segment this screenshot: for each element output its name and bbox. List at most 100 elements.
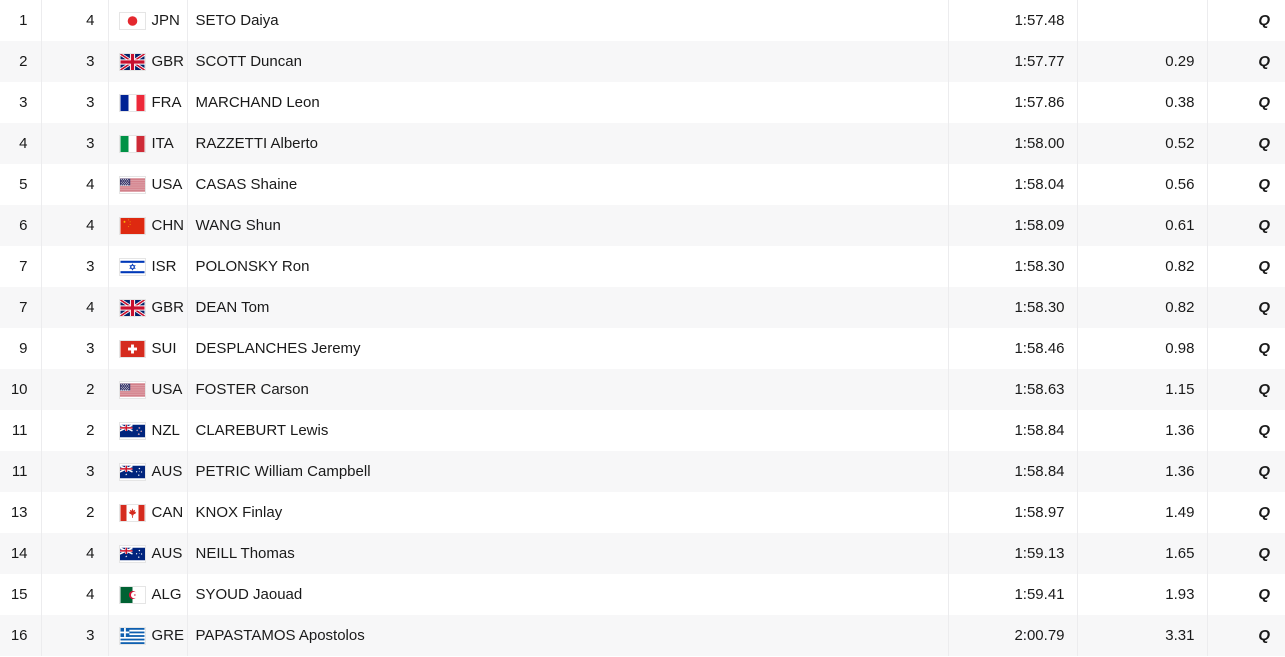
country-cell: USA [108,164,188,205]
country-code: GBR [151,299,185,316]
rank-cell: 2 [0,41,42,82]
table-row[interactable]: 7 4 GBR DEAN Tom 1:58.30 0.82 Q [0,287,1285,328]
table-row[interactable]: 10 2 USA FOSTER Carson 1:58.63 1.15 Q [0,369,1285,410]
status-badge: Q [1207,41,1285,82]
status-badge: Q [1207,164,1285,205]
flag-sui [118,339,146,358]
qualified-marker: Q [1258,340,1270,357]
gap-cell [1077,0,1208,41]
time-cell: 1:58.46 [948,328,1078,369]
country-cell: AUS [108,533,188,574]
country-code: ALG [151,586,182,603]
status-badge: Q [1207,123,1285,164]
flag-usa [118,380,146,399]
gap-cell: 1.36 [1077,410,1208,451]
time-cell: 1:57.48 [948,0,1078,41]
flag-jpn [118,11,146,30]
qualified-marker: Q [1258,217,1270,234]
country-cell: GRE [108,615,188,656]
table-row[interactable]: 7 3 ISR POLONSKY Ron 1:58.30 0.82 Q [0,246,1285,287]
lane-cell: 2 [41,492,109,533]
table-row[interactable]: 9 3 SUI DESPLANCHES Jeremy 1:58.46 0.98 Q [0,328,1285,369]
lane-cell: 3 [41,82,109,123]
time-cell: 1:58.84 [948,451,1078,492]
gap-cell: 1.15 [1077,369,1208,410]
table-row[interactable]: 4 3 ITA RAZZETTI Alberto 1:58.00 0.52 Q [0,123,1285,164]
qualified-marker: Q [1258,422,1270,439]
results-table: 1 4 JPN SETO Daiya 1:57.48 Q 2 3 GBR SCOTT Duncan… [0,0,1285,656]
flag-chn [118,216,146,235]
qualified-marker: Q [1258,299,1270,316]
time-cell: 1:59.13 [948,533,1078,574]
rank-cell: 6 [0,205,42,246]
qualified-marker: Q [1258,258,1270,275]
country-code: USA [151,381,183,398]
country-cell: CAN [108,492,188,533]
lane-cell: 4 [41,164,109,205]
country-code: AUS [151,463,183,480]
status-badge: Q [1207,82,1285,123]
athlete-name-cell: SCOTT Duncan [187,41,949,82]
qualified-marker: Q [1258,176,1270,193]
country-cell: CHN [108,205,188,246]
qualified-marker: Q [1258,504,1270,521]
qualified-marker: Q [1258,627,1270,644]
time-cell: 1:59.41 [948,574,1078,615]
status-badge: Q [1207,615,1285,656]
gap-cell: 0.82 [1077,246,1208,287]
table-row[interactable]: 14 4 AUS NEILL Thomas 1:59.13 1.65 Q [0,533,1285,574]
table-row[interactable]: 3 3 FRA MARCHAND Leon 1:57.86 0.38 Q [0,82,1285,123]
country-code: NZL [151,422,180,439]
table-row[interactable]: 5 4 USA CASAS Shaine 1:58.04 0.56 Q [0,164,1285,205]
table-row[interactable]: 11 3 AUS PETRIC William Campbell 1:58.84 1.36… [0,451,1285,492]
lane-cell: 4 [41,574,109,615]
country-code: JPN [151,12,180,29]
athlete-name-cell: CASAS Shaine [187,164,949,205]
athlete-name-cell: DEAN Tom [187,287,949,328]
rank-cell: 15 [0,574,42,615]
table-row[interactable]: 11 2 NZL CLAREBURT Lewis 1:58.84 1.36 Q [0,410,1285,451]
country-code: CAN [151,504,184,521]
lane-cell: 3 [41,123,109,164]
qualified-marker: Q [1258,463,1270,480]
table-row[interactable]: 13 2 CAN KNOX Finlay 1:58.97 1.49 Q [0,492,1285,533]
country-code: USA [151,176,183,193]
table-row[interactable]: 2 3 GBR SCOTT Duncan 1:57.77 0.29 Q [0,41,1285,82]
flag-fra [118,93,146,112]
gap-cell: 0.38 [1077,82,1208,123]
country-code: FRA [151,94,182,111]
table-row[interactable]: 16 3 GRE PAPASTAMOS Apostolos 2:00.79 3.31 Q [0,615,1285,656]
table-row[interactable]: 15 4 ALG SYOUD Jaouad 1:59.41 1.93 Q [0,574,1285,615]
time-cell: 1:57.86 [948,82,1078,123]
flag-gbr [118,52,146,71]
gap-cell: 0.52 [1077,123,1208,164]
lane-cell: 3 [41,451,109,492]
rank-cell: 16 [0,615,42,656]
rank-cell: 10 [0,369,42,410]
results-table-body: 1 4 JPN SETO Daiya 1:57.48 Q 2 3 GBR SCOTT Duncan… [0,0,1285,656]
athlete-name-cell: DESPLANCHES Jeremy [187,328,949,369]
country-cell: GBR [108,287,188,328]
flag-nzl [118,421,146,440]
country-cell: ISR [108,246,188,287]
status-badge: Q [1207,246,1285,287]
country-code: AUS [151,545,183,562]
rank-cell: 14 [0,533,42,574]
rank-cell: 4 [0,123,42,164]
table-row[interactable]: 1 4 JPN SETO Daiya 1:57.48 Q [0,0,1285,41]
qualified-marker: Q [1258,586,1270,603]
gap-cell: 1.65 [1077,533,1208,574]
flag-isr [118,257,146,276]
athlete-name-cell: MARCHAND Leon [187,82,949,123]
table-row[interactable]: 6 4 CHN WANG Shun 1:58.09 0.61 Q [0,205,1285,246]
status-badge: Q [1207,410,1285,451]
time-cell: 1:58.84 [948,410,1078,451]
gap-cell: 0.56 [1077,164,1208,205]
lane-cell: 2 [41,369,109,410]
flag-aus [118,462,146,481]
time-cell: 1:58.30 [948,246,1078,287]
gap-cell: 1.49 [1077,492,1208,533]
country-code: GBR [151,53,185,70]
athlete-name-cell: SYOUD Jaouad [187,574,949,615]
qualified-marker: Q [1258,94,1270,111]
